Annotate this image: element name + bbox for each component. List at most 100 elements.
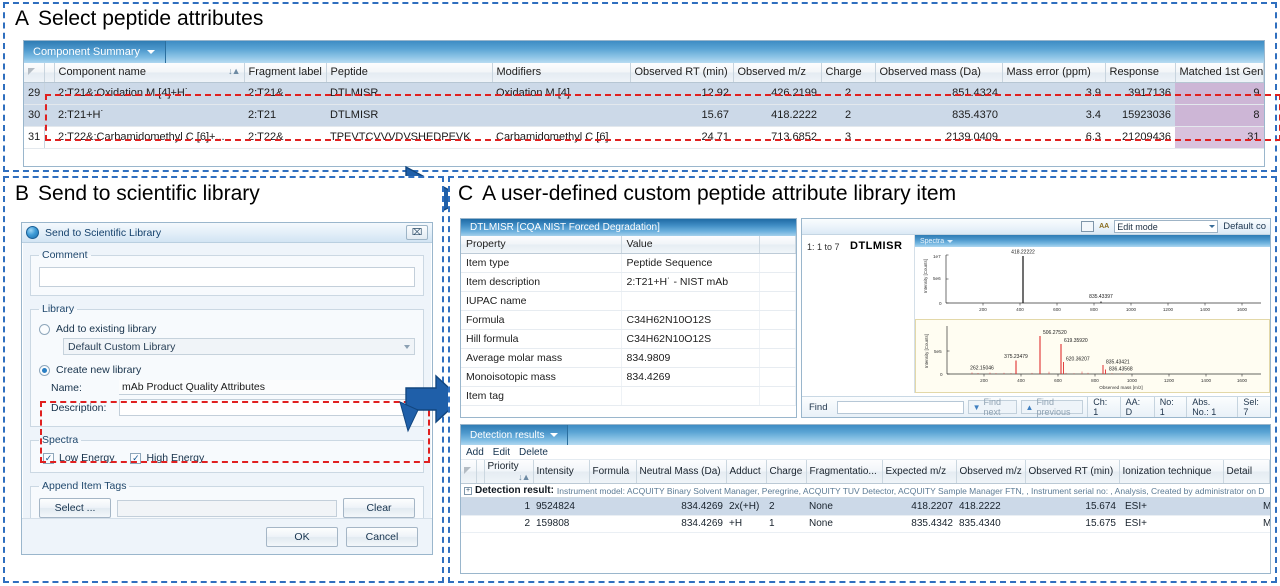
- aa-icon[interactable]: AA: [1099, 223, 1109, 230]
- ok-button[interactable]: OK: [266, 526, 338, 547]
- property-row[interactable]: Hill formula C34H62N10O12S: [461, 329, 796, 349]
- chevron-down-icon[interactable]: [147, 50, 155, 54]
- close-icon[interactable]: ⌧: [406, 225, 428, 240]
- table-row[interactable]: 31 2:T22&:Carbamidomethyl C [6]+... 2:T2…: [24, 126, 1264, 149]
- item-tags-input[interactable]: [117, 499, 337, 517]
- cell-ionization: ESI+: [1119, 515, 1223, 533]
- spectra-window: AA Edit mode Default co 1: 1 to 7 DTLMIS…: [801, 218, 1271, 418]
- col-property[interactable]: Property: [461, 236, 622, 254]
- col-expected-mz[interactable]: Expected m/z: [882, 460, 957, 484]
- cell-charge: 1: [766, 515, 806, 533]
- col-component-name[interactable]: Component name ↓▲: [54, 63, 245, 83]
- checkbox-checked-icon[interactable]: ✓: [130, 452, 142, 464]
- col-priority-label: Priority: [487, 461, 519, 472]
- spectra-plot-tabbar: Spectra: [915, 235, 1270, 247]
- clear-tags-button[interactable]: Clear: [343, 498, 415, 518]
- cell-adduct: +H: [726, 515, 766, 533]
- find-input[interactable]: [837, 400, 964, 414]
- col-adduct[interactable]: Adduct: [726, 460, 767, 484]
- detection-result-group-row[interactable]: + Detection result: Instrument model: AC…: [461, 484, 1270, 498]
- col-ionization[interactable]: Ionization technique: [1119, 460, 1224, 484]
- col-value[interactable]: Value: [621, 236, 760, 254]
- col-fragmentation[interactable]: Fragmentatio...: [806, 460, 883, 484]
- library-name-row: Name: mAb Product Quality Attributes: [51, 380, 415, 395]
- expand-icon[interactable]: +: [464, 486, 472, 495]
- col-observed-rt[interactable]: Observed RT (min): [630, 63, 734, 83]
- tab-component-summary[interactable]: Component Summary: [24, 41, 166, 63]
- status-aa: AA: D: [1119, 397, 1150, 417]
- property-row[interactable]: Item tag: [461, 386, 796, 406]
- col-charge[interactable]: Charge: [766, 460, 807, 484]
- radio-add-to-existing-library[interactable]: Add to existing library: [39, 323, 415, 335]
- library-description-input[interactable]: [119, 399, 415, 416]
- col-response[interactable]: Response: [1105, 63, 1176, 83]
- detection-results-rows: 1 9524824 834.4269 2x(+H) 2 None 418.220…: [461, 498, 1270, 533]
- col-charge[interactable]: Charge: [821, 63, 876, 83]
- col-detail[interactable]: Detail: [1223, 460, 1270, 484]
- checkbox-low-energy[interactable]: ✓ Low Energy: [43, 452, 114, 464]
- panel-c-custom-peptide-attribute-library-item: C A user-defined custom peptide attribute…: [448, 176, 1277, 583]
- find-previous-button[interactable]: ▲ Find previous: [1020, 397, 1084, 417]
- col-modifiers[interactable]: Modifiers: [492, 63, 631, 83]
- menu-delete[interactable]: Delete: [519, 447, 548, 458]
- checkbox-checked-icon[interactable]: ✓: [43, 452, 54, 464]
- comment-input[interactable]: [39, 267, 415, 287]
- radio-button-icon[interactable]: [39, 323, 50, 335]
- high-energy-spectrum-chart: 5e5 0 Intensity [Counts] 200 400 600 800…: [915, 319, 1270, 393]
- panel-a-title: Select peptide attributes: [38, 7, 264, 30]
- cell-fragment-label: 2:T21: [244, 104, 326, 127]
- edit-mode-select[interactable]: Edit mode: [1114, 220, 1219, 233]
- col-mass-error[interactable]: Mass error (ppm): [1002, 63, 1106, 83]
- detection-row[interactable]: 1 9524824 834.4269 2x(+H) 2 None 418.220…: [461, 498, 1270, 516]
- col-neutral-mass[interactable]: Neutral Mass (Da): [636, 460, 727, 484]
- col-intensity[interactable]: Intensity: [533, 460, 590, 484]
- select-all-corner[interactable]: [461, 460, 477, 484]
- cell-intensity: 9524824: [533, 498, 589, 516]
- detection-results-menu: Add Edit Delete: [461, 445, 1270, 460]
- existing-library-select[interactable]: Default Custom Library: [63, 338, 415, 355]
- find-next-button[interactable]: ▼ Find next: [967, 397, 1017, 417]
- property-row[interactable]: Formula C34H62N10O12S: [461, 310, 796, 330]
- chevron-down-icon[interactable]: [404, 344, 410, 349]
- color-scheme-value[interactable]: Default co: [1223, 221, 1266, 232]
- detection-row[interactable]: 2 159808 834.4269 +H 1 None 835.4342 835…: [461, 515, 1270, 533]
- cell-observed-mz: 835.4340: [956, 515, 1025, 533]
- table-row[interactable]: 30 2:T21+H˙ 2:T21 DTLMISR 15.67 418.2222…: [24, 104, 1264, 127]
- col-peptide[interactable]: Peptide: [326, 63, 493, 83]
- col-observed-mass[interactable]: Observed mass (Da): [875, 63, 1003, 83]
- col-priority[interactable]: Priority ↓▲: [484, 460, 534, 484]
- tab-detection-results[interactable]: Detection results: [461, 425, 569, 445]
- chevron-down-icon[interactable]: [550, 433, 559, 437]
- property-row[interactable]: Monoisotopic mass 834.4269: [461, 367, 796, 387]
- property-row[interactable]: Average molar mass 834.9809: [461, 348, 796, 368]
- col-observed-mz[interactable]: Observed m/z: [956, 460, 1026, 484]
- append-item-tags-legend: Append Item Tags: [42, 480, 127, 492]
- property-row[interactable]: IUPAC name: [461, 291, 796, 311]
- select-all-corner[interactable]: [24, 63, 45, 83]
- chevron-down-icon[interactable]: [1209, 225, 1216, 228]
- cell-formula: [589, 515, 636, 533]
- col-fragment-label[interactable]: Fragment label: [244, 63, 327, 83]
- menu-edit[interactable]: Edit: [493, 447, 510, 458]
- col-formula[interactable]: Formula: [589, 460, 637, 484]
- property-spacer: [759, 348, 796, 368]
- menu-add[interactable]: Add: [466, 447, 484, 458]
- col-matched-ions[interactable]: Matched 1st Gen Primary Ions: [1175, 63, 1264, 83]
- radio-create-new-library[interactable]: Create new library: [39, 364, 415, 376]
- checkbox-high-energy[interactable]: ✓ High Energy: [130, 452, 204, 464]
- property-row[interactable]: Item description 2:T21+H˙ - NIST mAb: [461, 272, 796, 292]
- col-observed-rt[interactable]: Observed RT (min): [1025, 460, 1120, 484]
- library-legend: Library: [42, 303, 75, 315]
- image-icon[interactable]: [1081, 221, 1095, 232]
- radio-button-selected-icon[interactable]: [39, 364, 50, 376]
- property-row[interactable]: Item type Peptide Sequence: [461, 253, 796, 273]
- property-value: C34H62N10O12S: [621, 310, 760, 330]
- table-row[interactable]: 29 2:T21&:Oxidation M [4]+H˙ 2:T21& DTLM…: [24, 82, 1264, 105]
- select-tags-button[interactable]: Select ...: [39, 498, 111, 518]
- library-name-input[interactable]: mAb Product Quality Attributes: [119, 380, 415, 395]
- col-observed-mz[interactable]: Observed m/z: [733, 63, 822, 83]
- col-expand: [476, 460, 485, 484]
- chevron-down-icon[interactable]: [947, 239, 954, 243]
- cancel-button[interactable]: Cancel: [346, 526, 418, 547]
- low-energy-spectrum-chart: 1e7 5e6 0 Intensity [Counts] 200 400 600…: [915, 247, 1270, 319]
